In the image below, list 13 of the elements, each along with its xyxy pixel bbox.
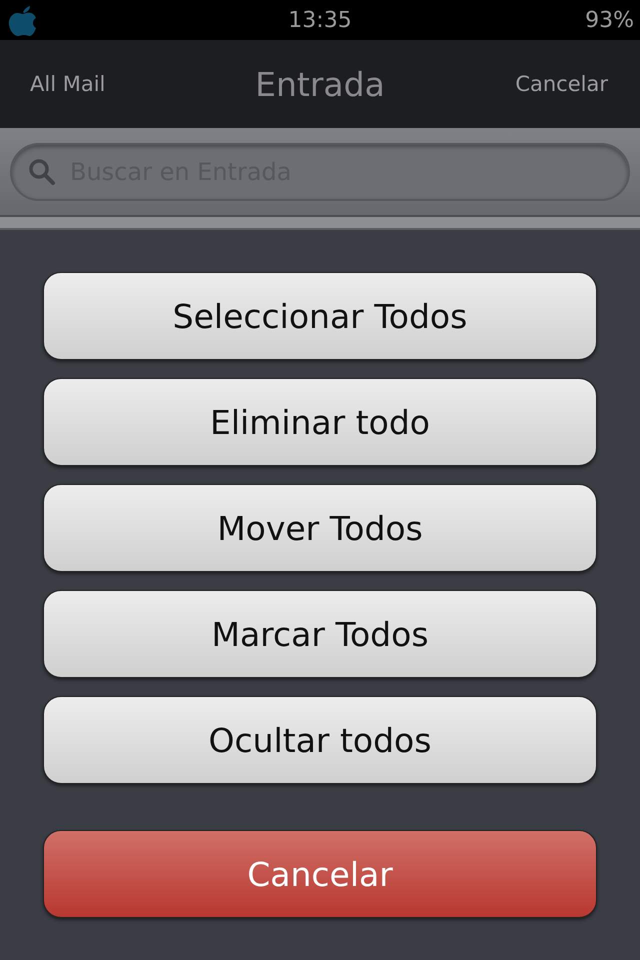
- action-button[interactable]: Seleccionar Todos: [43, 272, 597, 360]
- action-button[interactable]: Ocultar todos: [43, 696, 597, 784]
- status-time: 13:35: [288, 8, 352, 32]
- nav-title: Entrada: [255, 64, 385, 104]
- apple-icon: [8, 3, 38, 37]
- cancel-sheet-button[interactable]: Cancelar: [43, 830, 597, 918]
- all-mail-button[interactable]: All Mail: [30, 72, 106, 96]
- action-button[interactable]: Marcar Todos: [43, 590, 597, 678]
- cancel-button[interactable]: Cancelar: [515, 72, 608, 96]
- search-icon: [28, 158, 56, 186]
- battery-percentage: 93%: [585, 8, 634, 32]
- action-button[interactable]: Mover Todos: [43, 484, 597, 572]
- action-button[interactable]: Eliminar todo: [43, 378, 597, 466]
